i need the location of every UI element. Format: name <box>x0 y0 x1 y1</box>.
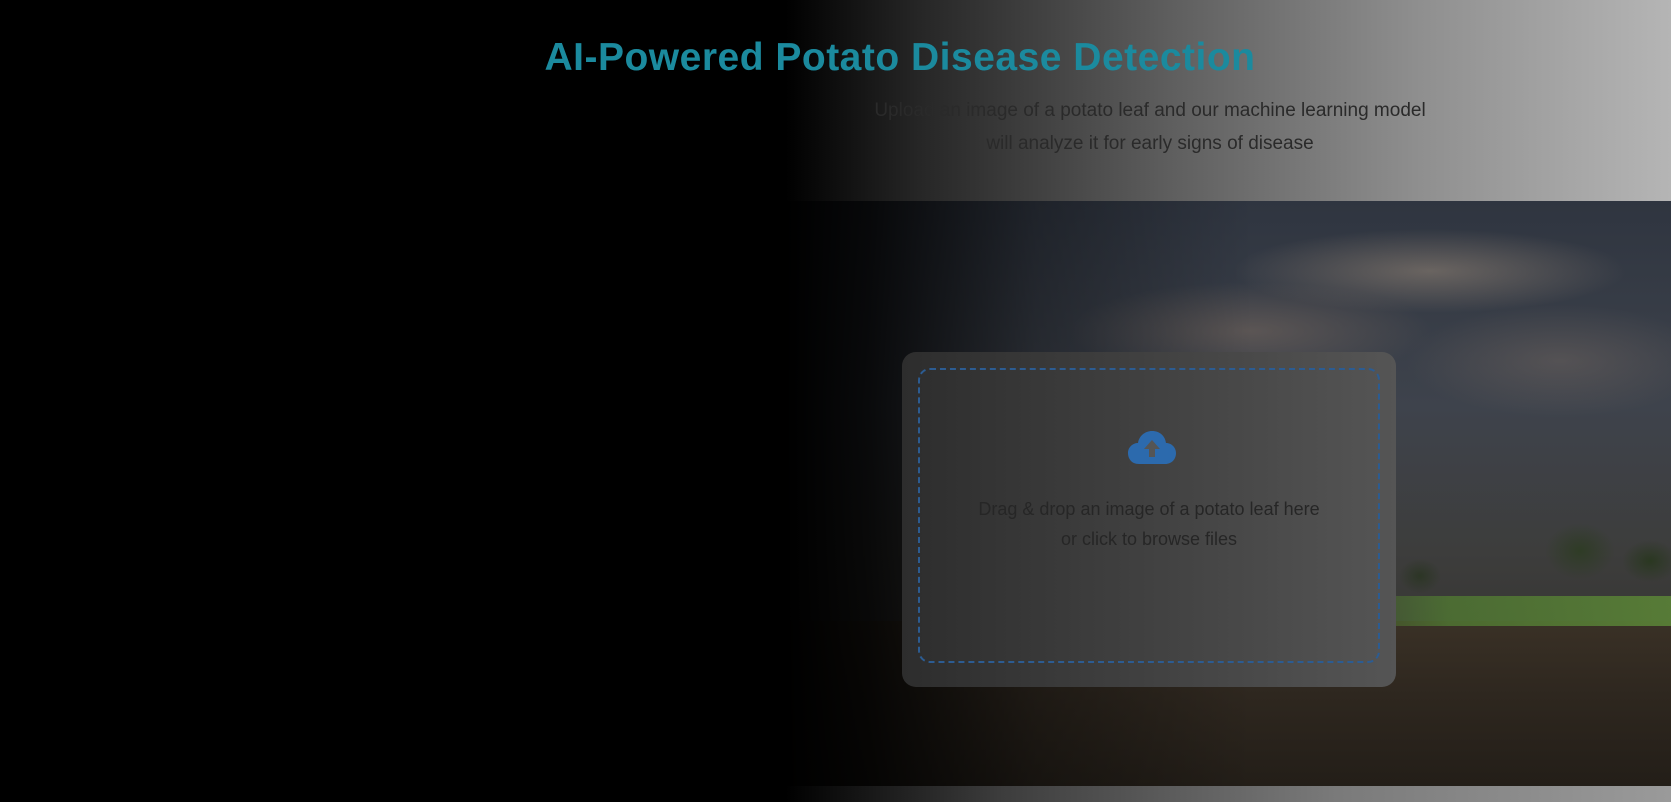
drop-instructions: Drag & drop an image of a potato leaf he… <box>920 494 1378 554</box>
page: AI-Powered Potato Disease Detection Uplo… <box>0 0 1671 802</box>
page-subtitle: Upload an image of a potato leaf and our… <box>820 94 1480 160</box>
title-wrap: AI-Powered Potato Disease Detection <box>0 0 1671 100</box>
page-title: AI-Powered Potato Disease Detection <box>544 36 1256 79</box>
footer-strip <box>0 786 1671 802</box>
file-drop-zone[interactable]: Drag & drop an image of a potato leaf he… <box>918 368 1380 663</box>
drop-text-line-2: or click to browse files <box>1060 529 1238 549</box>
drop-text-line-1: Drag & drop an image of a potato leaf he… <box>978 499 1320 519</box>
cloud-upload-icon <box>1128 431 1176 464</box>
header: AI-Powered Potato Disease Detection Uplo… <box>0 0 1671 201</box>
subtitle-line-2: will analyze it for early signs of disea… <box>986 133 1314 154</box>
upload-card: Drag & drop an image of a potato leaf he… <box>902 352 1396 687</box>
left-dark-overlay <box>0 201 1671 786</box>
subtitle-line-1: Upload an image of a potato leaf and our… <box>874 100 1426 121</box>
hero-background <box>0 201 1671 786</box>
